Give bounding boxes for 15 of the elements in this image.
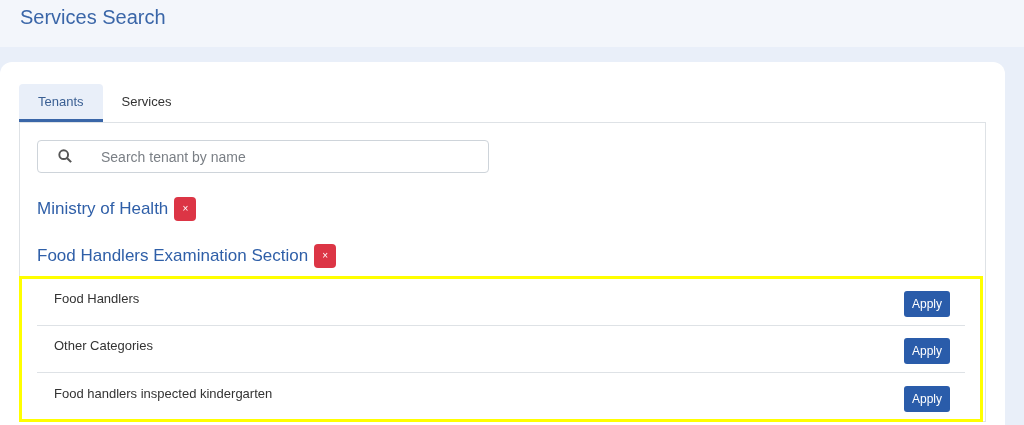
remove-button[interactable]: × (314, 243, 337, 268)
page-title: Services Search (20, 5, 167, 30)
apply-button[interactable]: Apply (903, 338, 950, 364)
apply-button[interactable]: Apply (903, 291, 950, 317)
search-icon (58, 149, 72, 163)
tab[interactable]: Services (102, 84, 191, 122)
service-name: Food Handlers (54, 290, 140, 309)
service-name: Other Categories (54, 337, 153, 356)
search-field[interactable]: Search tenant by name (37, 140, 489, 173)
service-name: Food handlers inspected kindergarten (54, 384, 273, 403)
tenant-name: Food Handlers Examination Section (37, 244, 309, 267)
tab[interactable]: Tenants (19, 84, 103, 122)
remove-button[interactable]: × (174, 196, 197, 221)
tenant-name: Ministry of Health (37, 197, 169, 220)
apply-button[interactable]: Apply (903, 385, 950, 412)
